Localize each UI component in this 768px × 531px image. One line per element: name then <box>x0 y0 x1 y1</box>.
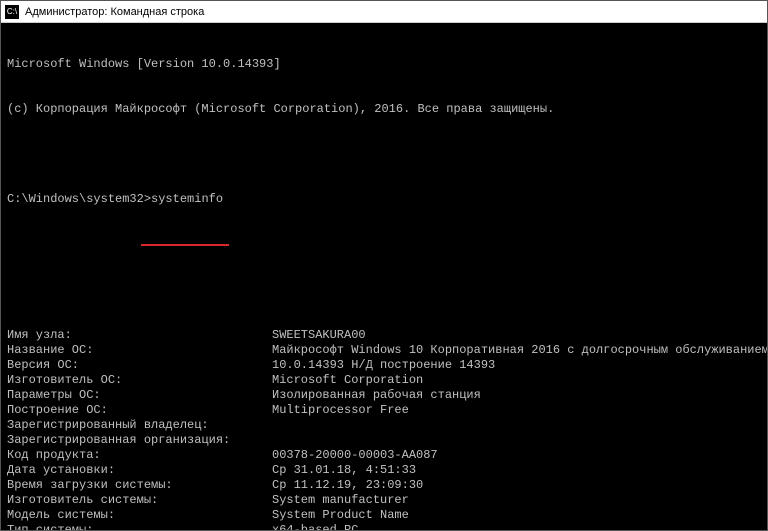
sysinfo-value: x64-based PC <box>272 523 761 530</box>
sysinfo-row: Зарегистрированная организация: <box>7 433 761 448</box>
sysinfo-value: Майкрософт Windows 10 Корпоративная 2016… <box>272 343 767 358</box>
sysinfo-label: Дата установки: <box>7 463 272 478</box>
sysinfo-value: 10.0.14393 Н/Д построение 14393 <box>272 358 761 373</box>
command-underline <box>141 243 229 246</box>
sysinfo-label: Построение ОС: <box>7 403 272 418</box>
sysinfo-value <box>272 418 761 433</box>
prompt-path: C:\Windows\system32> <box>7 192 151 206</box>
sysinfo-row: Версия ОС:10.0.14393 Н/Д построение 1439… <box>7 358 761 373</box>
terminal-output: Microsoft Windows [Version 10.0.14393] (… <box>1 23 767 530</box>
sysinfo-value: Ср 31.01.18, 4:51:33 <box>272 463 761 478</box>
cmd-icon: C:\ <box>5 5 19 19</box>
sysinfo-row: Изготовитель ОС:Microsoft Corporation <box>7 373 761 388</box>
sysinfo-label: Тип системы: <box>7 523 272 530</box>
sysinfo-value: Microsoft Corporation <box>272 373 761 388</box>
sysinfo-row: Зарегистрированный владелец: <box>7 418 761 433</box>
sysinfo-row: Тип системы:x64-based PC <box>7 523 761 530</box>
sysinfo-row: Изготовитель системы:System manufacturer <box>7 493 761 508</box>
sysinfo-label: Параметры ОС: <box>7 388 272 403</box>
sysinfo-row: Код продукта:00378-20000-00003-AA087 <box>7 448 761 463</box>
sysinfo-label: Название ОС: <box>7 343 272 358</box>
sysinfo-row: Дата установки:Ср 31.01.18, 4:51:33 <box>7 463 761 478</box>
sysinfo-row: Время загрузки системы:Ср 11.12.19, 23:0… <box>7 478 761 493</box>
sysinfo-value: Ср 11.12.19, 23:09:30 <box>272 478 761 493</box>
sysinfo-label: Версия ОС: <box>7 358 272 373</box>
sysinfo-label: Имя узла: <box>7 328 272 343</box>
sysinfo-label: Код продукта: <box>7 448 272 463</box>
sysinfo-value: SWEETSAKURA00 <box>272 328 761 343</box>
sysinfo-value: System manufacturer <box>272 493 761 508</box>
sysinfo-label: Зарегистрированная организация: <box>7 433 272 448</box>
sysinfo-value: Multiprocessor Free <box>272 403 761 418</box>
sysinfo-row: Модель системы:System Product Name <box>7 508 761 523</box>
sysinfo-row: Имя узла:SWEETSAKURA00 <box>7 328 761 343</box>
header-line-2: (c) Корпорация Майкрософт (Microsoft Cor… <box>7 102 761 117</box>
sysinfo-label: Модель системы: <box>7 508 272 523</box>
sysinfo-label: Зарегистрированный владелец: <box>7 418 272 433</box>
prompt-line: C:\Windows\system32>systeminfo <box>7 192 761 207</box>
prompt-command: systeminfo <box>151 192 223 206</box>
sysinfo-row: Название ОС:Майкрософт Windows 10 Корпор… <box>7 343 761 358</box>
sysinfo-value <box>272 433 761 448</box>
sysinfo-label: Время загрузки системы: <box>7 478 272 493</box>
sysinfo-row: Параметры ОС:Изолированная рабочая станц… <box>7 388 761 403</box>
sysinfo-row: Построение ОС:Multiprocessor Free <box>7 403 761 418</box>
sysinfo-label: Изготовитель ОС: <box>7 373 272 388</box>
header-line-1: Microsoft Windows [Version 10.0.14393] <box>7 57 761 72</box>
sysinfo-label: Изготовитель системы: <box>7 493 272 508</box>
sysinfo-value: Изолированная рабочая станция <box>272 388 761 403</box>
sysinfo-value: 00378-20000-00003-AA087 <box>272 448 761 463</box>
window-title: Администратор: Командная строка <box>25 6 204 18</box>
window-titlebar[interactable]: C:\ Администратор: Командная строка <box>1 1 767 23</box>
sysinfo-value: System Product Name <box>272 508 761 523</box>
